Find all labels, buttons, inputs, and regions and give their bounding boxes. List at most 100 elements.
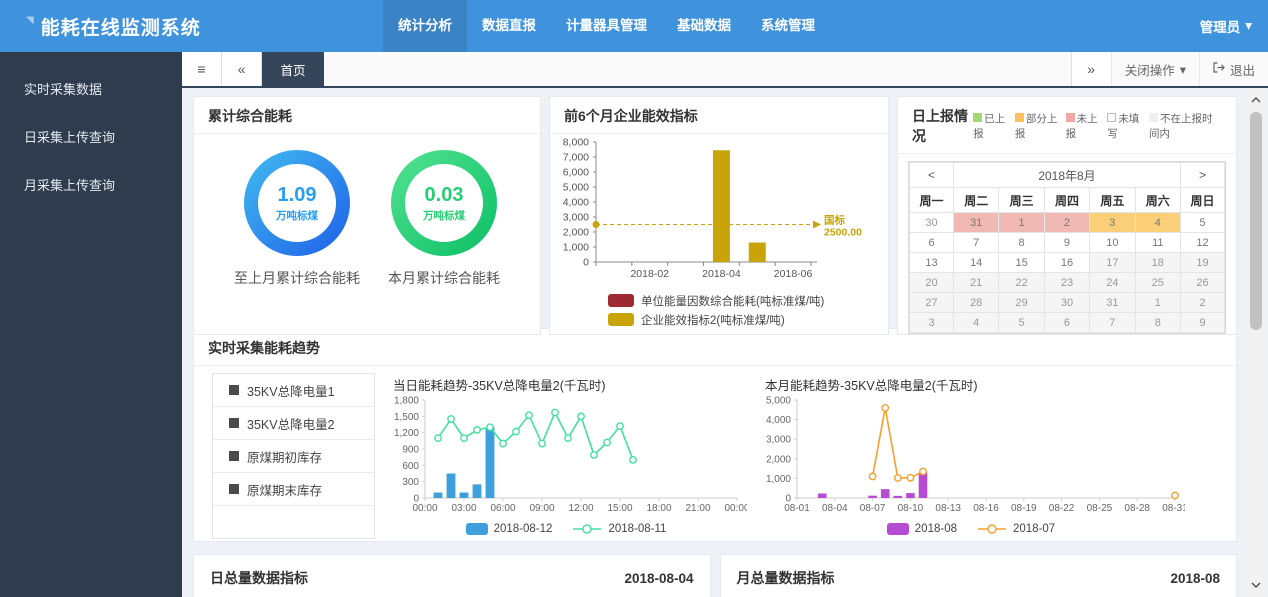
calendar-day-cell[interactable]: 9 bbox=[1180, 312, 1225, 333]
svg-text:08-31: 08-31 bbox=[1162, 503, 1185, 514]
card-title: 日总量数据指标 bbox=[210, 570, 308, 586]
sidebar-item-0[interactable]: 实时采集数据 bbox=[0, 66, 182, 114]
calendar-day-cell[interactable]: 30 bbox=[909, 212, 954, 233]
calendar-day-cell[interactable]: 17 bbox=[1089, 252, 1136, 273]
nav-item-1[interactable]: 数据直报 bbox=[467, 0, 551, 52]
calendar-day-cell[interactable]: 6 bbox=[1043, 312, 1091, 333]
calendar-day-cell[interactable]: 31 bbox=[1089, 292, 1136, 313]
user-menu[interactable]: 管理员 ▾ bbox=[1200, 0, 1252, 52]
nav-item-4[interactable]: 系统管理 bbox=[746, 0, 830, 52]
svg-text:6,000: 6,000 bbox=[563, 167, 589, 179]
left-sidebar: 实时采集数据 日采集上传查询 月采集上传查询 bbox=[0, 52, 182, 597]
calendar-day-cell[interactable]: 4 bbox=[1134, 212, 1182, 233]
calendar-day-cell[interactable]: 6 bbox=[909, 232, 954, 253]
tabs-scroll-left-button[interactable]: « bbox=[222, 52, 262, 86]
calendar-day-cell[interactable]: 19 bbox=[1180, 252, 1225, 273]
chevron-down-icon: ▾ bbox=[1245, 18, 1252, 33]
calendar-day-cell[interactable]: 26 bbox=[1180, 272, 1225, 293]
calendar-day-cell[interactable]: 2 bbox=[1180, 292, 1225, 313]
calendar-day-cell[interactable]: 5 bbox=[998, 312, 1045, 333]
calendar-day-cell[interactable]: 1 bbox=[998, 212, 1045, 233]
svg-text:15:00: 15:00 bbox=[607, 503, 632, 514]
svg-text:国标: 国标 bbox=[824, 214, 845, 227]
calendar-day-cell[interactable]: 28 bbox=[952, 292, 1000, 313]
legend-line-series: 2018-07 bbox=[977, 523, 1055, 535]
calendar-day-cell[interactable]: 12 bbox=[1180, 232, 1225, 253]
calendar-day-cell[interactable]: 24 bbox=[1089, 272, 1136, 293]
calendar-day-cell[interactable]: 23 bbox=[1043, 272, 1091, 293]
svg-text:2,000: 2,000 bbox=[766, 454, 791, 465]
meter-list-item-0[interactable]: 35KV总降电量1 bbox=[213, 374, 374, 407]
donut-label: 至上月累计综合能耗 bbox=[234, 270, 360, 286]
logout-button[interactable]: 退出 bbox=[1198, 52, 1268, 86]
calendar-day-cell[interactable]: 5 bbox=[1180, 212, 1225, 233]
svg-text:18:00: 18:00 bbox=[646, 503, 671, 514]
top-nav: 统计分析 数据直报 计量器具管理 基础数据 系统管理 bbox=[383, 0, 830, 52]
calendar-day-cell[interactable]: 7 bbox=[1089, 312, 1136, 333]
svg-text:21:00: 21:00 bbox=[685, 503, 710, 514]
calendar-day-cell[interactable]: 10 bbox=[1089, 232, 1136, 253]
calendar-weekday: 周日 bbox=[1180, 187, 1225, 213]
meter-list-item-2[interactable]: 原煤期初库存 bbox=[213, 440, 374, 473]
calendar-day-cell[interactable]: 31 bbox=[952, 212, 1000, 233]
efficiency-chart-card: 前6个月企业能效指标 0 1,000 2,000 3,000 4,000 5,000 6,0… bbox=[549, 96, 889, 335]
scrollbar-thumb[interactable] bbox=[1250, 112, 1262, 330]
svg-text:08-13: 08-13 bbox=[935, 503, 961, 514]
meter-list-item-3[interactable]: 原煤期末库存 bbox=[213, 473, 374, 506]
calendar-day-cell[interactable]: 7 bbox=[952, 232, 1000, 253]
status-legend-item-0: 已上报 bbox=[973, 113, 1006, 140]
calendar-day-cell[interactable]: 16 bbox=[1043, 252, 1091, 273]
calendar-day-cell[interactable]: 18 bbox=[1134, 252, 1182, 273]
calendar-day-cell[interactable]: 27 bbox=[909, 292, 954, 313]
calendar-day-cell[interactable]: 9 bbox=[1043, 232, 1091, 253]
svg-text:00:00: 00:00 bbox=[412, 503, 437, 514]
calendar-day-cell[interactable]: 21 bbox=[952, 272, 1000, 293]
calendar-day-cell[interactable]: 14 bbox=[952, 252, 1000, 273]
calendar-day-cell[interactable]: 2 bbox=[1043, 212, 1091, 233]
calendar-day-cell[interactable]: 22 bbox=[998, 272, 1045, 293]
svg-text:300: 300 bbox=[402, 477, 419, 488]
calendar-day-cell[interactable]: 1 bbox=[1134, 292, 1182, 313]
calendar-day-cell[interactable]: 11 bbox=[1134, 232, 1182, 253]
calendar-day-cell[interactable]: 3 bbox=[1089, 212, 1136, 233]
scroll-up-icon[interactable] bbox=[1246, 92, 1266, 108]
calendar-day-cell[interactable]: 29 bbox=[998, 292, 1045, 313]
calendar-day-cell[interactable]: 3 bbox=[909, 312, 954, 333]
close-operations-label: 关闭操作 bbox=[1124, 63, 1175, 78]
vertical-scrollbar[interactable] bbox=[1246, 88, 1266, 597]
nav-item-2[interactable]: 计量器具管理 bbox=[551, 0, 662, 52]
nav-item-3[interactable]: 基础数据 bbox=[662, 0, 746, 52]
donut-label: 本月累计综合能耗 bbox=[388, 270, 500, 286]
calendar-day-cell[interactable]: 8 bbox=[1134, 312, 1182, 333]
nav-item-0[interactable]: 统计分析 bbox=[383, 0, 467, 52]
card-title: 月总量数据指标 bbox=[736, 570, 835, 586]
svg-text:00:00: 00:00 bbox=[724, 503, 747, 514]
svg-text:08-19: 08-19 bbox=[1011, 503, 1037, 514]
tab-bar-actions: » 关闭操作 ▾ 退出 bbox=[1070, 52, 1268, 86]
tab-home[interactable]: 首页 bbox=[262, 52, 324, 86]
calendar-weekday: 周六 bbox=[1134, 187, 1182, 213]
cumulative-energy-card: 累计综合能耗 1.09 万吨标煤 至上月累计综合能耗 0.03 万吨标煤 本月累… bbox=[193, 96, 541, 335]
calendar-day-cell[interactable]: 13 bbox=[909, 252, 954, 273]
sidebar-toggle-button[interactable]: ≡ bbox=[182, 52, 222, 86]
status-legend-item-1: 部分上报 bbox=[1014, 113, 1058, 140]
calendar-day-cell[interactable]: 4 bbox=[952, 312, 1000, 333]
calendar-day-cell[interactable]: 20 bbox=[909, 272, 954, 293]
energy-monitor-dashboard: ◥ 能耗在线监测系统 统计分析 数据直报 计量器具管理 基础数据 系统管理 管理员 ▾ … bbox=[0, 0, 1268, 597]
svg-text:08-22: 08-22 bbox=[1049, 503, 1075, 514]
sidebar-item-1[interactable]: 日采集上传查询 bbox=[0, 114, 182, 162]
calendar-prev-button[interactable]: < bbox=[909, 162, 954, 188]
calendar-day-cell[interactable]: 15 bbox=[998, 252, 1045, 273]
calendar-day-cell[interactable]: 30 bbox=[1043, 292, 1091, 313]
calendar-day-cell[interactable]: 25 bbox=[1134, 272, 1182, 293]
svg-text:08-28: 08-28 bbox=[1124, 503, 1150, 514]
calendar-next-button[interactable]: > bbox=[1180, 162, 1225, 188]
close-operations-dropdown[interactable]: 关闭操作 ▾ bbox=[1110, 52, 1199, 86]
scroll-down-icon[interactable] bbox=[1246, 577, 1266, 593]
tabs-scroll-right-button[interactable]: » bbox=[1070, 52, 1111, 86]
sidebar-item-2[interactable]: 月采集上传查询 bbox=[0, 162, 182, 210]
status-legend-item-3: 未填写 bbox=[1107, 113, 1140, 140]
meter-list-item-1[interactable]: 35KV总降电量2 bbox=[213, 407, 374, 440]
calendar-day-cell[interactable]: 8 bbox=[998, 232, 1045, 253]
svg-text:8,000: 8,000 bbox=[563, 137, 589, 149]
